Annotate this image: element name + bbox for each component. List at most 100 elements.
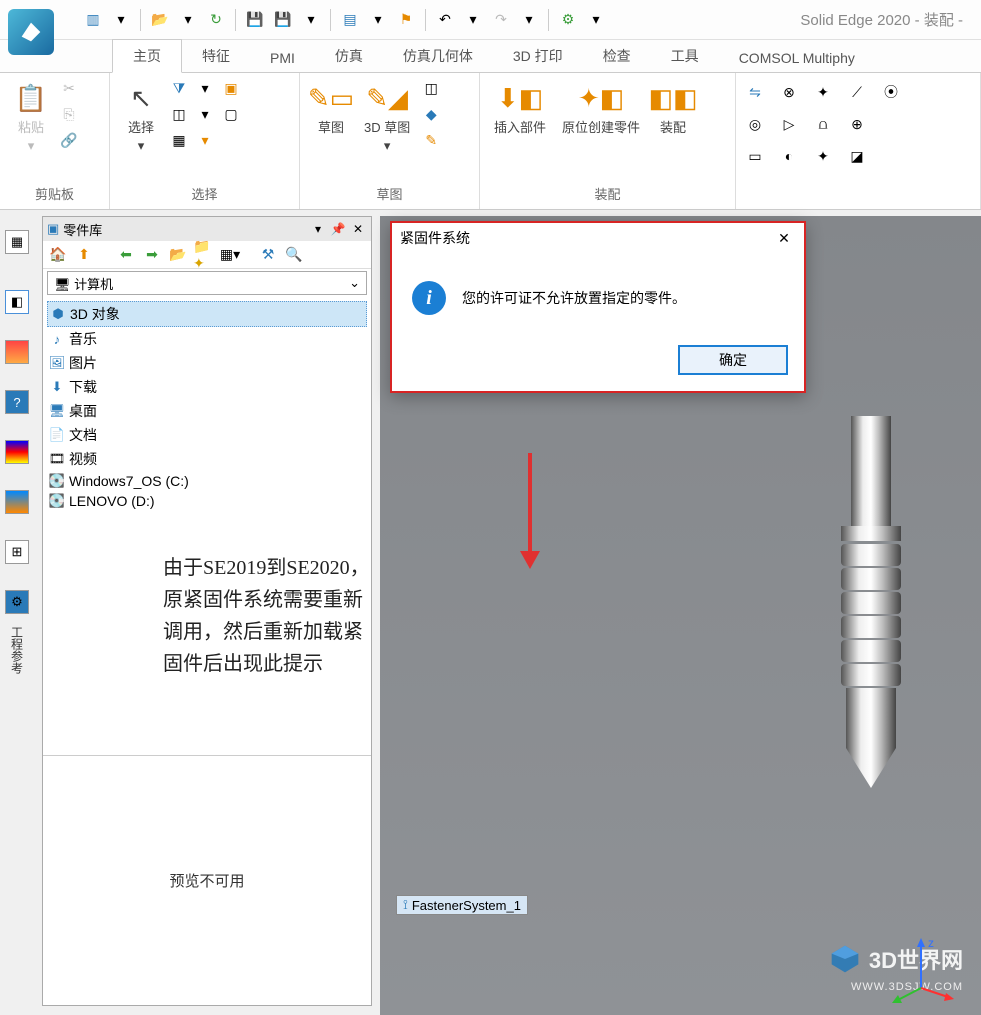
home-icon[interactable]: 🏠 [47,244,69,266]
tree-item[interactable]: 📄文档 [47,423,367,447]
tree-item[interactable]: 🖼图片 [47,351,367,375]
sketch-button[interactable]: ✎▭ 草图 [308,77,354,140]
sk-icon1[interactable]: ◫ [420,77,442,99]
rail-icon[interactable]: ⊞ [5,540,29,564]
dropdown-icon[interactable]: ▾ [300,9,322,31]
tab-3dprint[interactable]: 3D 打印 [493,40,583,72]
tab-sim[interactable]: 仿真 [315,40,383,72]
back-icon[interactable]: ⬅ [115,244,137,266]
rel-icon[interactable]: ✦ [812,145,834,167]
app-icon[interactable] [8,9,54,55]
rail-icon[interactable]: ⚙ [5,590,29,614]
tree-item[interactable]: 🖥桌面 [47,399,367,423]
forward-icon[interactable]: ➡ [141,244,163,266]
rel-icon[interactable]: ◐ [778,145,800,167]
cut-icon[interactable]: ✂ [58,77,80,99]
insert-part-button[interactable]: ⬇◧ 插入部件 [488,77,552,140]
rel-icon[interactable]: ⊕ [846,113,868,135]
tab-home[interactable]: 主页 [112,39,182,73]
annotation-arrow [528,453,532,563]
tab-pmi[interactable]: PMI [250,44,315,72]
dropdown-icon[interactable]: ▾ [177,9,199,31]
undo-icon[interactable]: ↶ [434,9,456,31]
paste-button[interactable]: 📋 粘贴 ▾ [8,77,54,158]
rail-icon[interactable] [5,340,29,364]
download-icon: ⬇ [49,379,65,395]
refresh-icon[interactable]: ↻ [205,9,227,31]
create-label: 原位创建零件 [562,117,640,136]
dropdown-icon[interactable]: ▾ [110,9,132,31]
filter-icon[interactable]: ⧩ [168,77,190,99]
pin-icon[interactable]: 📌 [329,220,347,238]
tree-item[interactable]: ♪音乐 [47,327,367,351]
copy-icon[interactable]: ⎘ [58,103,80,125]
list-icon[interactable]: ▤ [339,9,361,31]
tab-inspect[interactable]: 检查 [583,40,651,72]
rail-icon[interactable]: ▦ [5,230,29,254]
rail-icon[interactable] [5,490,29,514]
tree-item[interactable]: 💽Windows7_OS (C:) [47,471,367,491]
3dsketch-button[interactable]: ✎◢ 3D 草图 ▾ [358,77,416,158]
location-combo[interactable]: 🖥 计算机 ⌄ [47,271,367,295]
rel-icon[interactable]: ◎ [744,113,766,135]
dropdown-icon[interactable]: ▾ [585,9,607,31]
search-icon[interactable]: 🔍 [283,244,305,266]
tab-simgeom[interactable]: 仿真几何体 [383,40,493,72]
dropdown-icon[interactable]: ▾ [367,9,389,31]
rail-icon[interactable]: ? [5,390,29,414]
sel-icon8[interactable]: ▢ [220,103,242,125]
tree-item[interactable]: 🎞视频 [47,447,367,471]
rel-icon[interactable]: ⊗ [778,81,800,103]
rel-icon[interactable]: ⩍ [812,113,834,135]
open-icon[interactable]: 📂 [149,9,171,31]
create-inplace-button[interactable]: ✦◧ 原位创建零件 [556,77,646,140]
rail-icon[interactable] [5,440,29,464]
sel-icon7[interactable]: ▣ [220,77,242,99]
rail-icon[interactable]: ◧ [5,290,29,314]
close-icon[interactable]: ✕ [349,220,367,238]
folder-new-icon[interactable]: 📁✦ [193,244,215,266]
up-icon[interactable]: ⬆ [73,244,95,266]
save-icon[interactable]: 💾 [244,9,266,31]
group-select: 选择 [118,182,291,205]
redo-icon[interactable]: ↷ [490,9,512,31]
view-icon[interactable]: ▦▾ [219,244,241,266]
dropdown-icon[interactable]: ▾ [518,9,540,31]
rel-icon[interactable]: ⇋ [744,81,766,103]
axis-triad[interactable]: z [886,933,956,1003]
sel-icon6[interactable]: ▾ [194,129,216,151]
tab-feature[interactable]: 特征 [182,40,250,72]
select-button[interactable]: ↖ 选择 ▾ [118,77,164,158]
dropdown-icon[interactable]: ▾ [462,9,484,31]
sel-icon3[interactable]: ▦ [168,129,190,151]
tree-item[interactable]: 💽LENOVO (D:) [47,491,367,511]
folder-open-icon[interactable]: 📂 [167,244,189,266]
new-icon[interactable]: ▥ [82,9,104,31]
close-icon[interactable]: ✕ [772,228,796,248]
tab-comsol[interactable]: COMSOL Multiphy [719,44,875,72]
gear-icon[interactable]: ⚙ [557,9,579,31]
tool-icon[interactable]: ⚒ [257,244,279,266]
sel-icon2[interactable]: ◫ [168,103,190,125]
rel-icon[interactable]: ⦿ [880,81,902,103]
tree-item[interactable]: ⬇下载 [47,375,367,399]
tab-tools[interactable]: 工具 [651,40,719,72]
rel-icon[interactable]: ✦ [812,81,834,103]
save-as-icon[interactable]: 💾 [272,9,294,31]
rel-icon[interactable]: ◪ [846,145,868,167]
tree-item[interactable]: ⬢3D 对象 [47,301,367,327]
sk-icon3[interactable]: ✎ [420,129,442,151]
rel-icon[interactable]: ⟋ [846,81,868,103]
assemble-button[interactable]: ◧◧ 装配 [650,77,696,140]
rel-icon[interactable]: ▭ [744,145,766,167]
sel-icon5[interactable]: ▾ [194,103,216,125]
flag-icon[interactable]: ⚑ [395,9,417,31]
sel-icon4[interactable]: ▾ [194,77,216,99]
ok-button[interactable]: 确定 [678,345,788,375]
rel-icon[interactable]: ▷ [778,113,800,135]
item-label[interactable]: ⟟ FastenerSystem_1 [396,895,528,915]
link-icon[interactable]: 🔗 [58,129,80,151]
sk-icon2[interactable]: ◆ [420,103,442,125]
dropdown-icon[interactable]: ▾ [309,220,327,238]
ribbon-tabs: 主页 特征 PMI 仿真 仿真几何体 3D 打印 检查 工具 COMSOL Mu… [0,40,981,72]
